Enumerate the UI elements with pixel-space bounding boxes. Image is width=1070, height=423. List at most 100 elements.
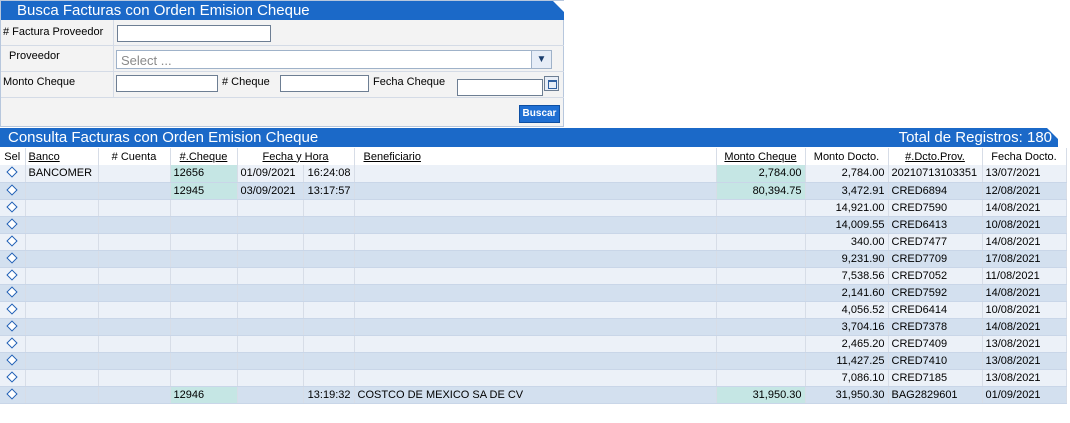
cell-sel[interactable] — [0, 267, 26, 285]
cell-sel[interactable] — [0, 386, 26, 404]
cheque-input[interactable] — [280, 75, 369, 92]
cell-beneficiario — [354, 199, 717, 217]
cell-sel[interactable] — [0, 250, 26, 268]
diamond-select-icon[interactable] — [6, 200, 18, 213]
cell-cuenta — [98, 182, 171, 200]
cell-cuenta — [98, 301, 171, 319]
table-row[interactable]: BANCOMER 12656 01/09/2021 16:24:08 2,784.00 2… — [0, 165, 1067, 183]
col-fecha-docto: Fecha Docto. — [982, 148, 1067, 165]
diamond-select-icon[interactable] — [6, 336, 18, 349]
table-row[interactable]: 12946 13:19:32 COSTCO DE MEXICO SA DE CV 31… — [0, 386, 1067, 404]
col-monto-cheque[interactable]: Monto Cheque — [716, 148, 806, 165]
table-row[interactable]: 14,921.00 CRED7590 14/08/2021 — [0, 199, 1067, 217]
calendar-icon[interactable] — [544, 76, 559, 91]
factura-proveedor-input[interactable] — [117, 25, 271, 42]
diamond-select-icon[interactable] — [6, 217, 18, 230]
diamond-select-icon[interactable] — [6, 166, 18, 178]
diamond-select-icon[interactable] — [6, 302, 18, 315]
diamond-select-icon[interactable] — [6, 268, 18, 281]
cell-hora — [303, 301, 355, 319]
col-beneficiario[interactable]: Beneficiario — [354, 148, 717, 165]
cell-sel[interactable] — [0, 369, 26, 387]
diamond-select-icon[interactable] — [6, 183, 18, 196]
table-row[interactable]: 11,427.25 CRED7410 13/08/2021 — [0, 352, 1067, 370]
cell-dcto-prov: CRED6414 — [888, 301, 983, 319]
table-row[interactable]: 4,056.52 CRED6414 10/08/2021 — [0, 301, 1067, 319]
fecha-cheque-input[interactable] — [457, 79, 543, 96]
cell-fecha — [237, 301, 304, 319]
cell-dcto-prov: CRED7052 — [888, 267, 983, 285]
cell-cheque — [170, 352, 238, 370]
cell-monto-cheque — [716, 318, 806, 336]
cell-sel[interactable] — [0, 335, 26, 353]
cell-banco — [25, 233, 99, 251]
cell-monto-docto: 14,009.55 — [805, 216, 889, 234]
proveedor-select[interactable]: Select ... ▼ — [116, 50, 552, 69]
cell-monto-cheque — [716, 216, 806, 234]
table-row[interactable]: 9,231.90 CRED7709 17/08/2021 — [0, 250, 1067, 268]
cell-fecha — [237, 369, 304, 387]
divider — [1, 45, 564, 46]
cell-dcto-prov: 20210713103351 — [888, 165, 983, 183]
diamond-select-icon[interactable] — [6, 234, 18, 247]
monto-cheque-input[interactable] — [116, 75, 218, 92]
col-sel: Sel — [0, 148, 26, 165]
cell-dcto-prov: CRED7409 — [888, 335, 983, 353]
table-row[interactable]: 2,141.60 CRED7592 14/08/2021 — [0, 284, 1067, 302]
fecha-cheque-label: Fecha Cheque — [373, 76, 446, 88]
cell-fecha-docto: 14/08/2021 — [982, 284, 1067, 302]
cell-sel[interactable] — [0, 352, 26, 370]
cell-sel[interactable] — [0, 165, 26, 183]
table-row[interactable]: 3,704.16 CRED7378 14/08/2021 — [0, 318, 1067, 336]
diamond-select-icon[interactable] — [6, 251, 18, 264]
cell-hora — [303, 369, 355, 387]
cell-monto-docto: 7,538.56 — [805, 267, 889, 285]
table-row[interactable]: 7,538.56 CRED7052 11/08/2021 — [0, 267, 1067, 285]
cell-hora — [303, 250, 355, 268]
cell-fecha-docto: 01/09/2021 — [982, 386, 1067, 404]
cell-cuenta — [98, 369, 171, 387]
cell-sel[interactable] — [0, 233, 26, 251]
diamond-select-icon[interactable] — [6, 370, 18, 383]
cell-sel[interactable] — [0, 318, 26, 336]
chevron-down-icon[interactable]: ▼ — [531, 51, 551, 68]
cell-sel[interactable] — [0, 216, 26, 234]
divider — [1, 97, 564, 98]
cell-cheque — [170, 335, 238, 353]
table-row[interactable]: 7,086.10 CRED7185 13/08/2021 — [0, 369, 1067, 387]
col-dcto-prov[interactable]: #.Dcto.Prov. — [888, 148, 983, 165]
diamond-select-icon[interactable] — [6, 387, 18, 400]
cell-hora — [303, 199, 355, 217]
cell-fecha-docto: 14/08/2021 — [982, 199, 1067, 217]
diamond-select-icon[interactable] — [6, 319, 18, 332]
table-row[interactable]: 340.00 CRED7477 14/08/2021 — [0, 233, 1067, 251]
cell-banco — [25, 369, 99, 387]
col-banco[interactable]: Banco — [25, 148, 99, 165]
cell-cuenta — [98, 216, 171, 234]
cell-sel[interactable] — [0, 199, 26, 217]
divider — [1, 71, 564, 72]
cell-fecha-docto: 13/07/2021 — [982, 165, 1067, 183]
table-row[interactable]: 12945 03/09/2021 13:17:57 80,394.75 3,472.91… — [0, 182, 1067, 200]
cell-beneficiario — [354, 165, 717, 183]
cell-banco — [25, 335, 99, 353]
cell-sel[interactable] — [0, 182, 26, 200]
buscar-button[interactable]: Buscar — [519, 105, 560, 123]
cell-cuenta — [98, 267, 171, 285]
cell-dcto-prov: CRED7477 — [888, 233, 983, 251]
col-cheque[interactable]: #.Cheque — [170, 148, 238, 165]
diamond-select-icon[interactable] — [6, 353, 18, 366]
table-row[interactable]: 14,009.55 CRED6413 10/08/2021 — [0, 216, 1067, 234]
table-row[interactable]: 2,465.20 CRED7409 13/08/2021 — [0, 335, 1067, 353]
table-body: BANCOMER 12656 01/09/2021 16:24:08 2,784.00 2… — [0, 165, 1067, 404]
cell-sel[interactable] — [0, 301, 26, 319]
cell-cuenta — [98, 352, 171, 370]
cell-beneficiario — [354, 284, 717, 302]
cell-monto-docto: 2,141.60 — [805, 284, 889, 302]
cell-beneficiario — [354, 233, 717, 251]
diamond-select-icon[interactable] — [6, 285, 18, 298]
cell-sel[interactable] — [0, 284, 26, 302]
cell-monto-docto: 14,921.00 — [805, 199, 889, 217]
cell-banco — [25, 352, 99, 370]
col-fecha-hora[interactable]: Fecha y Hora — [237, 148, 355, 165]
